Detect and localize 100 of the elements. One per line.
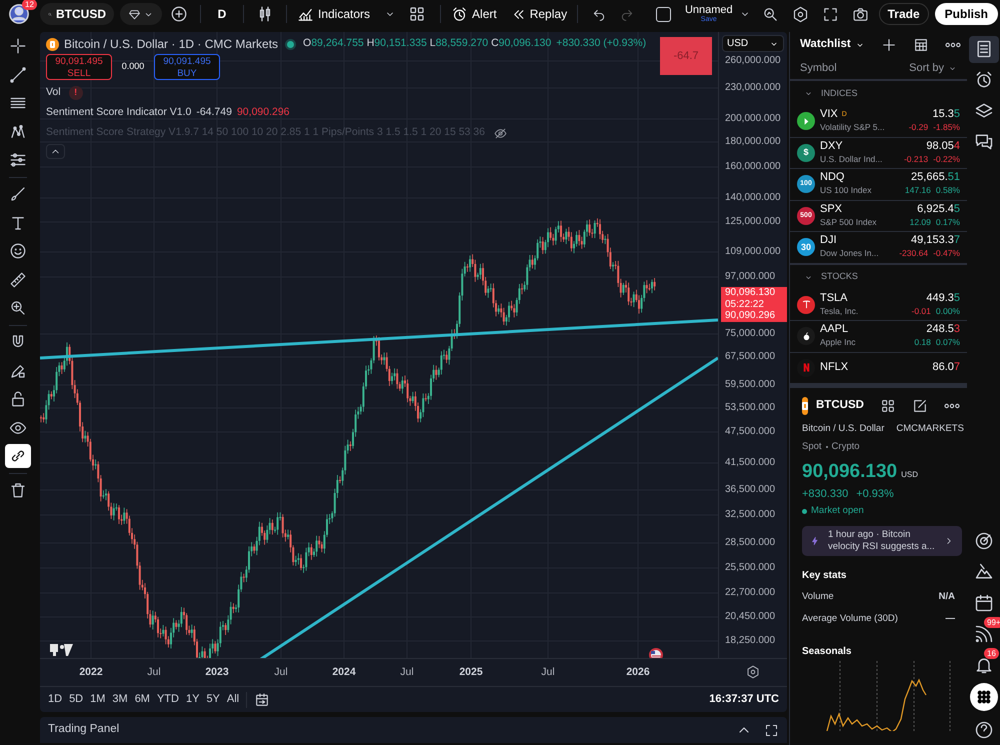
price-label: 160,000.000 xyxy=(725,161,781,173)
alert-button[interactable]: Alert xyxy=(451,5,497,23)
table-button[interactable] xyxy=(912,37,929,53)
trade-button[interactable]: Trade xyxy=(878,3,929,25)
bar-countdown: 05:22:22 xyxy=(725,298,765,310)
time-label: Jul xyxy=(274,665,288,680)
layout-button[interactable] xyxy=(880,398,896,414)
price-label: 22,700.000 xyxy=(725,587,776,599)
last-price: 248.53 xyxy=(926,323,960,336)
news-card[interactable]: 1 hour ago · Bitcoin velocity RSI suggests a... xyxy=(802,526,962,556)
layout-name[interactable]: Unnamed xyxy=(684,5,733,16)
layout-checkbox[interactable] xyxy=(656,6,671,22)
exchange-name[interactable]: CMCMARKETS xyxy=(896,422,964,436)
buy-button[interactable]: 90,091.495 BUY xyxy=(154,54,220,80)
diamond-icon xyxy=(128,8,141,20)
currency-dropdown[interactable]: USD xyxy=(722,35,784,52)
range-button[interactable]: YTD xyxy=(156,691,179,708)
watchlist-row[interactable]: TSLA Tesla, Inc. 449.35 -0.01 0.00% xyxy=(790,290,967,321)
date-range-button[interactable] xyxy=(254,692,270,708)
sidebar-button[interactable]: 99+ xyxy=(969,620,999,648)
section-header[interactable]: STOCKS xyxy=(821,270,858,284)
price-change: +830.330 (+0.93%) xyxy=(556,36,646,52)
add-button[interactable] xyxy=(880,37,897,53)
collapse-button[interactable] xyxy=(46,144,65,159)
range-button[interactable]: 6M xyxy=(134,691,150,708)
redo-icon xyxy=(620,7,634,21)
range-button[interactable]: 1M xyxy=(90,691,106,708)
percent-change: 0.58% xyxy=(936,184,960,198)
sidebar-button[interactable] xyxy=(969,36,999,64)
last-price: 86.07 xyxy=(932,361,960,374)
section-title: Seasonals xyxy=(802,644,852,659)
diagonal-line-icon xyxy=(9,66,27,84)
interval-button[interactable]: D xyxy=(211,5,233,23)
price-label: 25,500.000 xyxy=(725,562,776,574)
symbol-ticker: DXY xyxy=(820,140,843,153)
ruler-icon xyxy=(9,270,27,288)
range-button[interactable]: 5Y xyxy=(206,691,220,708)
publish-button[interactable]: Publish xyxy=(934,3,998,25)
watchlist-row[interactable]: NFLX 86.07 xyxy=(790,352,967,384)
section-header[interactable]: INDICES xyxy=(821,86,858,100)
lock-icon xyxy=(9,390,27,408)
price-label: 67,500.000 xyxy=(725,351,776,363)
market-status: Market open xyxy=(811,504,864,518)
zoom-in-icon xyxy=(9,299,27,317)
watchlist-dropdown[interactable]: Watchlist xyxy=(800,36,865,54)
symbol-full-name[interactable]: Bitcoin / U.S. Dollar xyxy=(802,422,884,436)
camera-icon xyxy=(852,6,870,22)
time-label: 2022 xyxy=(79,665,103,680)
symbol-ticker: NFLX xyxy=(820,361,848,374)
section-title: Key stats xyxy=(802,569,848,584)
watchlist-row[interactable]: AAPL Apple Inc 248.53 0.18 0.07% xyxy=(790,321,967,352)
symbol-ticker: NDQ xyxy=(820,171,844,184)
range-button[interactable]: All xyxy=(226,691,240,708)
price-change: 147.16 xyxy=(904,184,931,198)
maximize-panel-button[interactable] xyxy=(764,722,779,738)
trend-line[interactable] xyxy=(40,318,718,360)
price-label: 125,000.000 xyxy=(725,216,781,228)
watchlist-row[interactable]: $ DXY U.S. Dollar Ind... 98.054 -0.213 -0.22% xyxy=(790,138,967,169)
price-label: 260,000.000 xyxy=(725,55,781,67)
apps-button[interactable] xyxy=(970,683,998,712)
last-price: 449.35 xyxy=(926,292,960,305)
sell-button[interactable]: 90,091.495 SELL xyxy=(46,54,112,80)
fullscreen-icon xyxy=(822,6,840,22)
settings-icon xyxy=(792,6,810,22)
price-label: 140,000.000 xyxy=(725,192,781,204)
range-button[interactable]: 1Y xyxy=(186,691,200,708)
symbol-ticker: VIX xyxy=(820,108,838,122)
sort-dropdown[interactable]: Sort by xyxy=(909,60,957,77)
range-button[interactable]: 5D xyxy=(69,691,84,708)
percent-change: -0.47% xyxy=(933,247,960,260)
symbol-name: Apple Inc xyxy=(820,336,856,350)
replay-button[interactable]: Replay xyxy=(510,5,568,23)
last-price: 6,925.45 xyxy=(917,202,960,216)
sidebar-button[interactable]: 16 xyxy=(969,650,999,679)
smiley-icon xyxy=(9,242,27,260)
indicators-button[interactable]: Indicators xyxy=(297,5,370,23)
panel-title: Trading Panel xyxy=(48,722,120,738)
layout-grid-icon xyxy=(408,5,426,23)
symbol-name: U.S. Dollar Ind... xyxy=(820,152,884,166)
price-label: 41,500.000 xyxy=(725,457,776,469)
indicator-value: 90,090.296 xyxy=(236,105,290,120)
drawing-tool-button[interactable] xyxy=(5,444,31,468)
crosshair-icon xyxy=(9,37,27,55)
nodes-icon xyxy=(9,122,27,140)
volume-label: Vol xyxy=(46,85,61,100)
column-header[interactable]: Symbol xyxy=(800,60,837,77)
price-change: -0.29 xyxy=(908,121,928,134)
range-button[interactable]: 1D xyxy=(48,691,62,708)
price-change: 0.18 xyxy=(914,336,931,350)
range-button[interactable]: 3M xyxy=(112,691,128,708)
diamond-dropdown[interactable] xyxy=(120,3,162,25)
symbol-search-field[interactable]: BTCUSD xyxy=(40,3,114,25)
edit-button[interactable] xyxy=(912,398,928,414)
plus-icon xyxy=(880,37,897,53)
count-badge: 99+ xyxy=(984,616,1000,628)
calendar-icon xyxy=(974,592,994,613)
last-price: 49,153.37 xyxy=(911,234,960,248)
flag-icon xyxy=(649,648,663,658)
time-label: 2023 xyxy=(205,665,229,680)
indicator-name[interactable]: Sentiment Score Indicator V1.0 xyxy=(46,105,192,121)
